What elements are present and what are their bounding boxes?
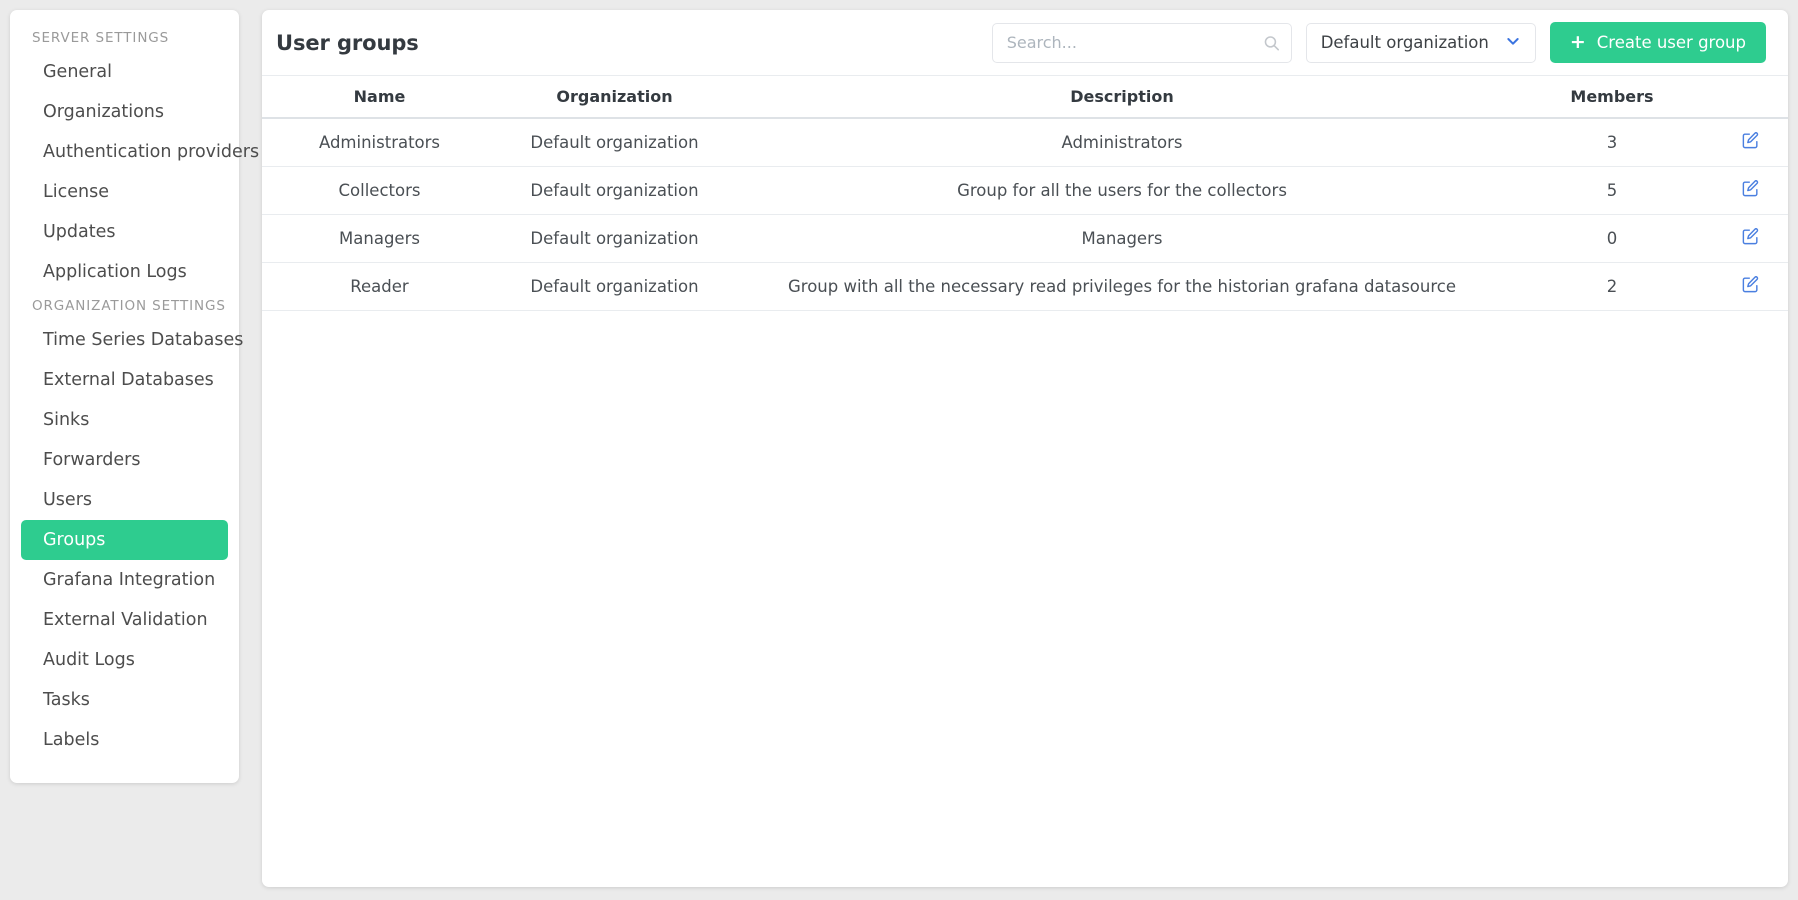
table-row[interactable]: Collectors Default organization Group fo…: [262, 166, 1788, 215]
sidebar-section-server: SERVER SETTINGS General Organizations Au…: [10, 24, 259, 292]
page-header: User groups Default organization: [262, 10, 1788, 75]
cell-description: Group with all the necessary read privil…: [732, 262, 1512, 311]
search-box: [991, 22, 1292, 63]
plus-icon: +: [1569, 30, 1586, 53]
column-header-description[interactable]: Description: [732, 75, 1512, 119]
sidebar-item-updates[interactable]: Updates: [21, 212, 228, 252]
sidebar-item-grafana-integration[interactable]: Grafana Integration: [21, 560, 228, 600]
column-header-actions: [1712, 75, 1788, 119]
sidebar-item-time-series-databases[interactable]: Time Series Databases: [21, 320, 243, 360]
sidebar-item-general[interactable]: General: [21, 52, 228, 92]
cell-organization: Default organization: [497, 166, 732, 215]
column-header-organization[interactable]: Organization: [497, 75, 732, 119]
sidebar-item-external-databases[interactable]: External Databases: [21, 360, 228, 400]
sidebar-item-tasks[interactable]: Tasks: [21, 680, 228, 720]
sidebar-item-groups[interactable]: Groups: [21, 520, 228, 560]
organization-select-value: Default organization: [1320, 33, 1489, 52]
cell-actions: [1712, 214, 1788, 263]
cell-description: Administrators: [732, 118, 1512, 167]
cell-organization: Default organization: [497, 262, 732, 311]
table-row[interactable]: Reader Default organization Group with a…: [262, 262, 1788, 311]
table-body: Administrators Default organization Admi…: [262, 118, 1788, 311]
table-header: Name Organization Description Members: [262, 75, 1788, 119]
sidebar-item-organizations[interactable]: Organizations: [21, 92, 228, 132]
cell-organization: Default organization: [497, 214, 732, 263]
search-input[interactable]: [991, 22, 1292, 63]
cell-members: 0: [1512, 214, 1712, 263]
page-title: User groups: [276, 30, 419, 55]
sidebar-item-application-logs[interactable]: Application Logs: [21, 252, 228, 292]
table-row[interactable]: Administrators Default organization Admi…: [262, 118, 1788, 167]
sidebar-item-labels[interactable]: Labels: [21, 720, 228, 760]
cell-description: Group for all the users for the collecto…: [732, 166, 1512, 215]
edit-icon[interactable]: [1741, 227, 1760, 250]
sidebar-item-authentication-providers[interactable]: Authentication providers: [21, 132, 259, 172]
edit-icon[interactable]: [1741, 275, 1760, 298]
sidebar-section-title-server: SERVER SETTINGS: [32, 30, 170, 46]
cell-organization: Default organization: [497, 118, 732, 167]
cell-actions: [1712, 262, 1788, 311]
edit-icon[interactable]: [1741, 131, 1760, 154]
user-groups-table: Name Organization Description Members Ad…: [262, 75, 1788, 311]
cell-name: Administrators: [262, 118, 497, 167]
edit-icon[interactable]: [1741, 179, 1760, 202]
sidebar-item-forwarders[interactable]: Forwarders: [21, 440, 228, 480]
sidebar-item-external-validation[interactable]: External Validation: [21, 600, 228, 640]
header-actions: Default organization + Create user group: [991, 22, 1766, 63]
sidebar-section-organization: ORGANIZATION SETTINGS Time Series Databa…: [10, 292, 243, 760]
chevron-down-icon: [1505, 33, 1521, 53]
cell-members: 2: [1512, 262, 1712, 311]
cell-actions: [1712, 166, 1788, 215]
column-header-name[interactable]: Name: [262, 75, 497, 119]
cell-name: Reader: [262, 262, 497, 311]
sidebar-item-license[interactable]: License: [21, 172, 228, 212]
sidebar-section-title-organization: ORGANIZATION SETTINGS: [32, 298, 226, 314]
main-panel: User groups Default organization: [262, 10, 1788, 887]
app-root: SERVER SETTINGS General Organizations Au…: [0, 0, 1798, 900]
sidebar-item-audit-logs[interactable]: Audit Logs: [21, 640, 228, 680]
sidebar-item-sinks[interactable]: Sinks: [21, 400, 228, 440]
column-header-members[interactable]: Members: [1512, 75, 1712, 119]
cell-description: Managers: [732, 214, 1512, 263]
cell-name: Collectors: [262, 166, 497, 215]
cell-name: Managers: [262, 214, 497, 263]
create-user-group-button[interactable]: + Create user group: [1549, 22, 1766, 63]
cell-actions: [1712, 118, 1788, 167]
organization-select[interactable]: Default organization: [1305, 22, 1536, 63]
cell-members: 5: [1512, 166, 1712, 215]
table-header-row: Name Organization Description Members: [262, 75, 1788, 119]
cell-members: 3: [1512, 118, 1712, 167]
settings-sidebar: SERVER SETTINGS General Organizations Au…: [10, 10, 259, 783]
create-user-group-label: Create user group: [1596, 33, 1746, 52]
sidebar-item-users[interactable]: Users: [21, 480, 228, 520]
table-row[interactable]: Managers Default organization Managers 0: [262, 214, 1788, 263]
